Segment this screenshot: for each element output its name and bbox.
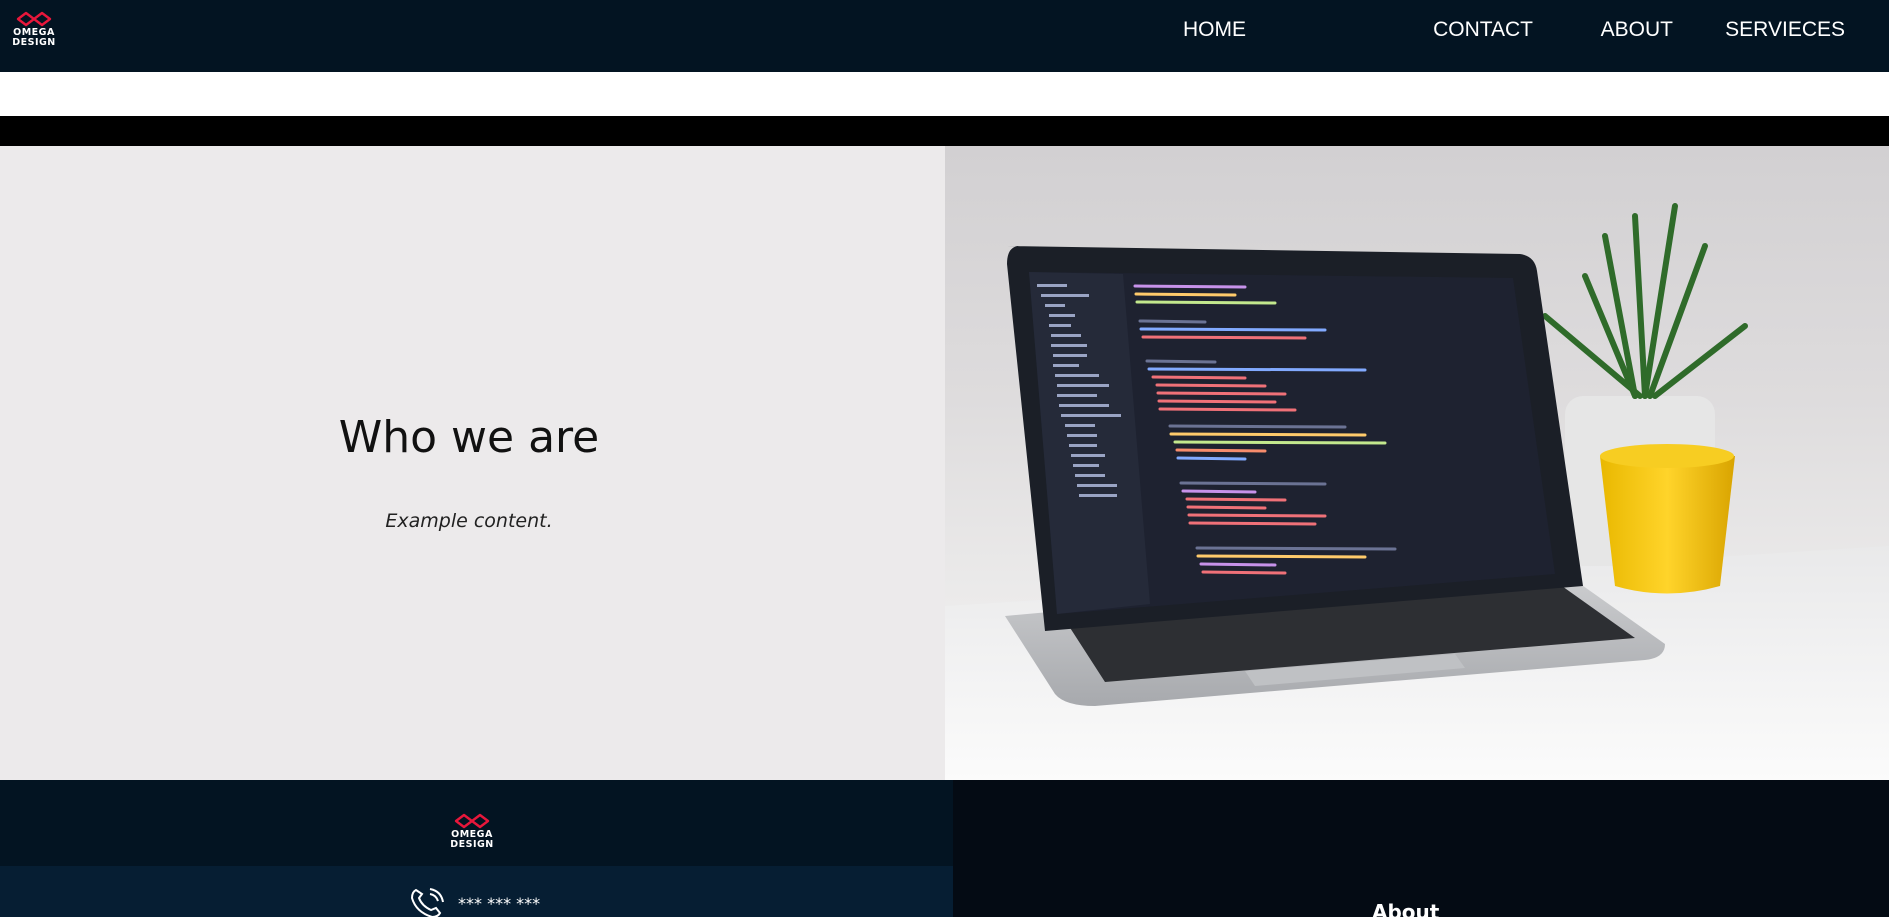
yellow-cup <box>1600 444 1735 594</box>
omega-logo-icon <box>454 813 490 829</box>
nav-services[interactable]: SERVIECES <box>1725 18 1845 42</box>
hero-title: Who we are <box>338 412 600 463</box>
logo-text-line2: DESIGN <box>12 37 56 48</box>
header-logo[interactable]: OMEGA DESIGN <box>10 10 58 52</box>
footer-logo-text-line2: DESIGN <box>450 839 494 850</box>
footer-phone: *** *** *** <box>408 886 540 917</box>
nav-about[interactable]: ABOUT <box>1601 18 1673 42</box>
footer-about-panel <box>953 780 1889 917</box>
hero-text-panel: Who we are Example content. <box>0 146 945 780</box>
nav-contact[interactable]: CONTACT <box>1433 18 1533 42</box>
omega-logo-icon <box>16 11 52 27</box>
laptop-illustration <box>945 203 1889 780</box>
spacer-band <box>0 72 1889 116</box>
nav-home[interactable]: HOME <box>1183 18 1246 42</box>
footer-logo[interactable]: OMEGA DESIGN <box>446 812 498 854</box>
site-header: OMEGA DESIGN HOME CONTACT ABOUT SERVIECE… <box>0 0 1889 72</box>
phone-number: *** *** *** <box>458 893 541 913</box>
footer-about-heading: About <box>1372 900 1440 917</box>
phone-icon <box>410 888 444 917</box>
hero-subtitle: Example content. <box>385 510 553 532</box>
divider-band <box>0 116 1889 146</box>
hero-image <box>945 146 1889 780</box>
